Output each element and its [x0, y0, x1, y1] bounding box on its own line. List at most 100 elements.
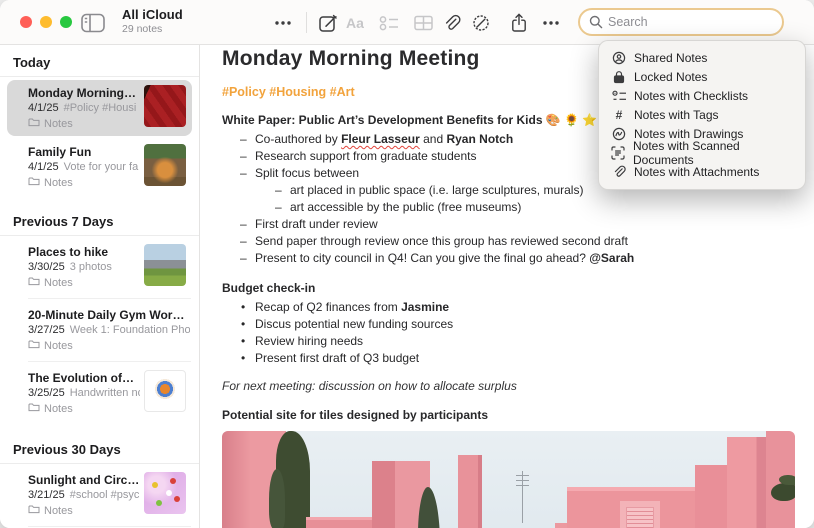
photo-pillar — [458, 455, 482, 528]
text-segment: Research support from graduate students — [255, 149, 476, 163]
toolbar: All iCloud 29 notes Aa — [0, 0, 814, 45]
note-date: 3/27/25 — [28, 324, 65, 336]
photo-antenna — [522, 471, 523, 523]
menu-item-notes-with-tags[interactable]: # Notes with Tags — [599, 105, 805, 124]
folder-title-block: All iCloud 29 notes — [122, 7, 183, 35]
note-row-places-to-hike[interactable]: Places to hike 3/30/253 photos Notes — [7, 239, 192, 295]
close-window-button[interactable] — [20, 16, 32, 28]
bullet-present-council: Present to city council in Q4! Can you g… — [222, 250, 814, 267]
note-row-evolution[interactable]: The Evolution of… 3/25/25Handwritten no … — [7, 365, 192, 421]
share-button[interactable] — [504, 8, 534, 38]
budget-hiring: Review hiring needs — [222, 333, 814, 350]
divider — [28, 361, 191, 362]
paperclip-icon — [611, 165, 627, 179]
note-preview: #school #psyc — [70, 489, 140, 501]
note-list-sidebar: Today Monday Morning… 4/1/25#Policy #Hou… — [0, 45, 200, 528]
compose-icon — [319, 14, 338, 33]
folder-title: All iCloud — [122, 7, 183, 22]
folder-icon — [28, 504, 40, 517]
section-header-today: Today — [0, 45, 199, 76]
checklist-button[interactable] — [374, 8, 404, 38]
photo-window-shutter — [626, 507, 654, 528]
toggle-sidebar-button[interactable] — [78, 8, 108, 38]
note-thumbnail — [144, 244, 186, 286]
next-meeting-note: For next meeting: discussion on how to a… — [222, 378, 814, 395]
doc-viewfinder-icon — [611, 146, 626, 160]
budget-funding: Discus potential new funding sources — [222, 316, 814, 333]
new-note-button[interactable] — [313, 8, 343, 38]
divider — [28, 526, 191, 527]
section-header-previous-30-days: Previous 30 Days — [0, 424, 199, 463]
zoom-window-button[interactable] — [60, 16, 72, 28]
photo-cypress-tree — [276, 431, 310, 528]
note-date: 3/21/25 — [28, 489, 65, 501]
folder-icon — [28, 117, 40, 130]
folder-icon — [28, 339, 40, 352]
menu-item-shared-notes[interactable]: Shared Notes — [599, 48, 805, 67]
note-title: 20-Minute Daily Gym Wor… — [28, 308, 190, 322]
text-segment: Review hiring needs — [255, 334, 363, 348]
note-title: Monday Morning… — [28, 86, 138, 100]
text-segment: First draft under review — [255, 217, 378, 231]
bullet-send-paper: Send paper through review once this grou… — [222, 233, 814, 250]
misspelled-name: Fleur Lasseur — [341, 132, 420, 146]
attachment-photo-pink-architecture[interactable] — [222, 431, 795, 528]
menu-item-label: Notes with Attachments — [634, 165, 759, 179]
mention-sarah[interactable]: @Sarah — [589, 251, 634, 265]
table-button[interactable] — [408, 8, 438, 38]
menu-item-notes-with-scanned-documents[interactable]: Notes with Scanned Documents — [599, 143, 805, 162]
photo-right-block — [695, 465, 729, 528]
budget-heading: Budget check-in — [222, 280, 814, 297]
notes-app-window: All iCloud 29 notes Aa — [0, 0, 814, 528]
text-segment: Present to city council in Q4! Can you g… — [255, 251, 589, 265]
text-segment: Send paper through review once this grou… — [255, 234, 628, 248]
note-folder: Notes — [44, 277, 73, 289]
note-folder: Notes — [44, 177, 73, 189]
divider — [0, 235, 199, 236]
note-count: 29 notes — [122, 23, 183, 35]
attach-button[interactable] — [436, 8, 466, 38]
note-folder: Notes — [44, 505, 73, 517]
note-title: Sunlight and Circ… — [28, 473, 138, 487]
photo-palm-foliage — [771, 483, 795, 501]
emoji-row: 🎨 🌻 ⭐ — [546, 113, 598, 127]
budget-q3: Present first draft of Q3 budget — [222, 350, 814, 367]
hash-icon: # — [611, 108, 627, 122]
paperclip-icon — [442, 14, 461, 33]
text-segment: Present first draft of Q3 budget — [255, 351, 419, 365]
note-preview: Vote for your fa — [64, 161, 139, 173]
note-row-gym-workout[interactable]: 20-Minute Daily Gym Wor… 3/27/25Week 1: … — [7, 302, 192, 358]
minimize-window-button[interactable] — [40, 16, 52, 28]
more-ellipsis-icon — [542, 20, 560, 26]
note-thumbnail — [144, 370, 186, 412]
note-thumbnail — [144, 472, 186, 514]
text-segment: Discus potential new funding sources — [255, 317, 453, 331]
search-input[interactable] — [608, 15, 773, 29]
folder-icon — [28, 176, 40, 189]
note-folder: Notes — [44, 118, 73, 130]
note-date: 4/1/25 — [28, 161, 59, 173]
note-date: 3/30/25 — [28, 261, 65, 273]
search-icon — [589, 15, 603, 29]
note-more-button[interactable] — [536, 8, 566, 38]
menu-item-locked-notes[interactable]: Locked Notes — [599, 67, 805, 86]
folder-more-button[interactable] — [268, 8, 298, 38]
markup-button[interactable] — [466, 8, 496, 38]
menu-item-label: Shared Notes — [634, 51, 707, 65]
note-row-family-fun[interactable]: Family Fun 4/1/25 Vote for your fa Notes — [7, 139, 192, 195]
table-icon — [414, 15, 433, 31]
lock-icon — [611, 70, 627, 84]
sidebar-icon — [81, 13, 106, 33]
search-field[interactable] — [578, 8, 784, 36]
menu-item-label: Notes with Scanned Documents — [633, 139, 793, 167]
bullet-first-draft: First draft under review — [222, 216, 814, 233]
note-row-monday-morning[interactable]: Monday Morning… 4/1/25#Policy #Housi Not… — [7, 80, 192, 136]
bold-name: Jasmine — [401, 300, 449, 314]
note-title: Family Fun — [28, 145, 138, 159]
toolbar-divider — [306, 12, 307, 33]
note-row-sunlight[interactable]: Sunlight and Circ… 3/21/25#school #psyc … — [7, 467, 192, 523]
divider — [0, 463, 199, 464]
note-title: The Evolution of… — [28, 371, 138, 385]
format-button[interactable]: Aa — [340, 8, 370, 38]
menu-item-notes-with-checklists[interactable]: Notes with Checklists — [599, 86, 805, 105]
